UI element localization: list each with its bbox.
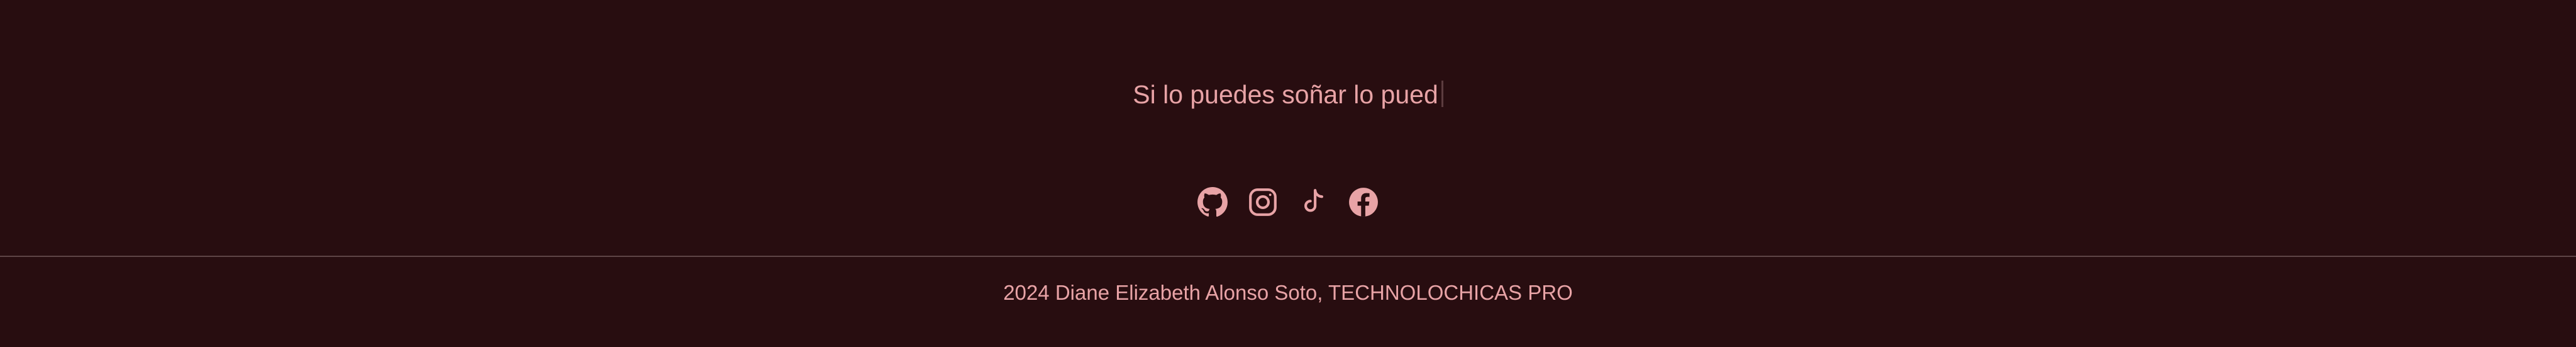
social-links <box>0 186 2576 218</box>
tiktok-link[interactable] <box>1297 186 1329 218</box>
copyright-text: 2024 Diane Elizabeth Alonso Soto, TECHNO… <box>1003 281 1573 304</box>
facebook-icon <box>1348 186 1379 218</box>
github-link[interactable] <box>1197 186 1228 218</box>
instagram-icon <box>1247 186 1279 218</box>
typewriter-tagline: Si lo puedes soñar lo pued <box>0 78 2576 111</box>
facebook-link[interactable] <box>1348 186 1379 218</box>
github-icon <box>1197 186 1228 218</box>
tiktok-icon <box>1297 186 1329 218</box>
typing-cursor <box>1441 81 1443 107</box>
site-footer: Si lo puedes soñar lo pued 2024 Diane El… <box>0 0 2576 347</box>
footer-divider <box>0 256 2576 257</box>
instagram-link[interactable] <box>1247 186 1279 218</box>
tagline-text: Si lo puedes soñar lo pued <box>1133 80 1438 109</box>
